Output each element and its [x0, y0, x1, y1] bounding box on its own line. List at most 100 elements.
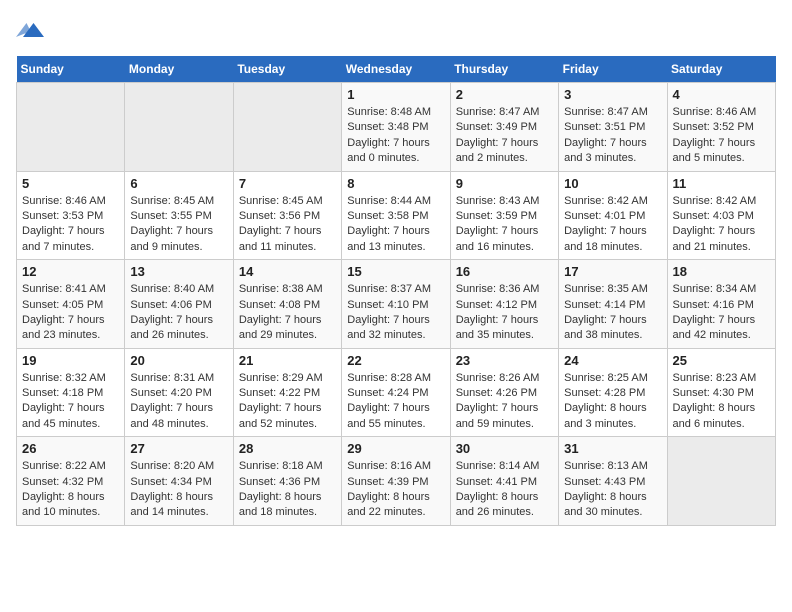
- calendar-day-cell: 25 Sunrise: 8:23 AMSunset: 4:30 PMDayligh…: [667, 348, 775, 437]
- calendar-day-cell: 1 Sunrise: 8:48 AMSunset: 3:48 PMDaylight…: [342, 83, 450, 172]
- calendar-day-cell: 6 Sunrise: 8:45 AMSunset: 3:55 PMDaylight…: [125, 171, 233, 260]
- day-number: 4: [673, 87, 770, 102]
- day-info: Sunrise: 8:42 AMSunset: 4:01 PMDaylight:…: [564, 194, 661, 256]
- calendar-day-cell: 11 Sunrise: 8:42 AMSunset: 4:03 PMDayligh…: [667, 171, 775, 260]
- day-info: Sunrise: 8:13 AMSunset: 4:43 PMDaylight:…: [564, 459, 661, 521]
- day-info: Sunrise: 8:22 AMSunset: 4:32 PMDaylight:…: [22, 459, 119, 521]
- weekday-header-row: SundayMondayTuesdayWednesdayThursdayFrid…: [17, 56, 776, 83]
- day-number: 10: [564, 176, 661, 191]
- day-number: 16: [456, 264, 553, 279]
- day-number: 14: [239, 264, 336, 279]
- calendar-day-cell: 9 Sunrise: 8:43 AMSunset: 3:59 PMDaylight…: [450, 171, 558, 260]
- day-info: Sunrise: 8:42 AMSunset: 4:03 PMDaylight:…: [673, 194, 770, 256]
- day-number: 9: [456, 176, 553, 191]
- day-info: Sunrise: 8:47 AMSunset: 3:49 PMDaylight:…: [456, 105, 553, 167]
- logo: [16, 16, 48, 44]
- day-number: 2: [456, 87, 553, 102]
- day-number: 6: [130, 176, 227, 191]
- day-info: Sunrise: 8:40 AMSunset: 4:06 PMDaylight:…: [130, 282, 227, 344]
- calendar-day-cell: 27 Sunrise: 8:20 AMSunset: 4:34 PMDayligh…: [125, 437, 233, 526]
- day-number: 18: [673, 264, 770, 279]
- day-info: Sunrise: 8:34 AMSunset: 4:16 PMDaylight:…: [673, 282, 770, 344]
- day-info: Sunrise: 8:16 AMSunset: 4:39 PMDaylight:…: [347, 459, 444, 521]
- calendar-week-row: 5 Sunrise: 8:46 AMSunset: 3:53 PMDaylight…: [17, 171, 776, 260]
- day-info: Sunrise: 8:47 AMSunset: 3:51 PMDaylight:…: [564, 105, 661, 167]
- day-number: 11: [673, 176, 770, 191]
- calendar-day-cell: [233, 83, 341, 172]
- calendar-day-cell: 7 Sunrise: 8:45 AMSunset: 3:56 PMDaylight…: [233, 171, 341, 260]
- weekday-header-sunday: Sunday: [17, 56, 125, 83]
- calendar-day-cell: 15Sunrise: 8:37 AMSunset: 4:10 PMDayligh…: [342, 260, 450, 349]
- calendar-day-cell: [125, 83, 233, 172]
- day-info: Sunrise: 8:26 AMSunset: 4:26 PMDaylight:…: [456, 371, 553, 433]
- day-info: Sunrise: 8:31 AMSunset: 4:20 PMDaylight:…: [130, 371, 227, 433]
- day-info: Sunrise: 8:23 AMSunset: 4:30 PMDaylight:…: [673, 371, 770, 433]
- calendar-day-cell: 16Sunrise: 8:36 AMSunset: 4:12 PMDayligh…: [450, 260, 558, 349]
- day-info: Sunrise: 8:45 AMSunset: 3:55 PMDaylight:…: [130, 194, 227, 256]
- day-info: Sunrise: 8:38 AMSunset: 4:08 PMDaylight:…: [239, 282, 336, 344]
- day-number: 1: [347, 87, 444, 102]
- calendar-day-cell: 4Sunrise: 8:46 AMSunset: 3:52 PMDaylight…: [667, 83, 775, 172]
- calendar-week-row: 19 Sunrise: 8:32 AMSunset: 4:18 PMDayligh…: [17, 348, 776, 437]
- calendar-body: 1 Sunrise: 8:48 AMSunset: 3:48 PMDaylight…: [17, 83, 776, 526]
- weekday-header-saturday: Saturday: [667, 56, 775, 83]
- day-info: Sunrise: 8:20 AMSunset: 4:34 PMDaylight:…: [130, 459, 227, 521]
- day-info: Sunrise: 8:29 AMSunset: 4:22 PMDaylight:…: [239, 371, 336, 433]
- calendar-day-cell: 17Sunrise: 8:35 AMSunset: 4:14 PMDayligh…: [559, 260, 667, 349]
- calendar-day-cell: 14 Sunrise: 8:38 AMSunset: 4:08 PMDayligh…: [233, 260, 341, 349]
- day-info: Sunrise: 8:48 AMSunset: 3:48 PMDaylight:…: [347, 105, 444, 167]
- day-number: 27: [130, 441, 227, 456]
- day-info: Sunrise: 8:46 AMSunset: 3:53 PMDaylight:…: [22, 194, 119, 256]
- logo-icon: [16, 16, 44, 44]
- day-number: 28: [239, 441, 336, 456]
- calendar-day-cell: 31 Sunrise: 8:13 AMSunset: 4:43 PMDayligh…: [559, 437, 667, 526]
- day-number: 15: [347, 264, 444, 279]
- day-number: 24: [564, 353, 661, 368]
- calendar-week-row: 1 Sunrise: 8:48 AMSunset: 3:48 PMDaylight…: [17, 83, 776, 172]
- day-info: Sunrise: 8:35 AMSunset: 4:14 PMDaylight:…: [564, 282, 661, 344]
- day-info: Sunrise: 8:41 AMSunset: 4:05 PMDaylight:…: [22, 282, 119, 344]
- day-number: 5: [22, 176, 119, 191]
- calendar-day-cell: [17, 83, 125, 172]
- day-number: 20: [130, 353, 227, 368]
- weekday-header-tuesday: Tuesday: [233, 56, 341, 83]
- calendar-day-cell: 29Sunrise: 8:16 AMSunset: 4:39 PMDayligh…: [342, 437, 450, 526]
- day-info: Sunrise: 8:28 AMSunset: 4:24 PMDaylight:…: [347, 371, 444, 433]
- weekday-header-monday: Monday: [125, 56, 233, 83]
- calendar-week-row: 12 Sunrise: 8:41 AMSunset: 4:05 PMDayligh…: [17, 260, 776, 349]
- calendar-day-cell: 8Sunrise: 8:44 AMSunset: 3:58 PMDaylight…: [342, 171, 450, 260]
- calendar-day-cell: 24 Sunrise: 8:25 AMSunset: 4:28 PMDayligh…: [559, 348, 667, 437]
- calendar-day-cell: 12 Sunrise: 8:41 AMSunset: 4:05 PMDayligh…: [17, 260, 125, 349]
- weekday-header-friday: Friday: [559, 56, 667, 83]
- day-number: 31: [564, 441, 661, 456]
- calendar-day-cell: 21Sunrise: 8:29 AMSunset: 4:22 PMDayligh…: [233, 348, 341, 437]
- weekday-header-wednesday: Wednesday: [342, 56, 450, 83]
- day-number: 7: [239, 176, 336, 191]
- calendar-day-cell: 18 Sunrise: 8:34 AMSunset: 4:16 PMDayligh…: [667, 260, 775, 349]
- day-info: Sunrise: 8:45 AMSunset: 3:56 PMDaylight:…: [239, 194, 336, 256]
- calendar-day-cell: 3Sunrise: 8:47 AMSunset: 3:51 PMDaylight…: [559, 83, 667, 172]
- day-number: 22: [347, 353, 444, 368]
- calendar-day-cell: 10 Sunrise: 8:42 AMSunset: 4:01 PMDayligh…: [559, 171, 667, 260]
- day-number: 25: [673, 353, 770, 368]
- day-info: Sunrise: 8:18 AMSunset: 4:36 PMDaylight:…: [239, 459, 336, 521]
- day-number: 23: [456, 353, 553, 368]
- calendar-day-cell: 5 Sunrise: 8:46 AMSunset: 3:53 PMDaylight…: [17, 171, 125, 260]
- day-number: 19: [22, 353, 119, 368]
- day-info: Sunrise: 8:25 AMSunset: 4:28 PMDaylight:…: [564, 371, 661, 433]
- day-info: Sunrise: 8:32 AMSunset: 4:18 PMDaylight:…: [22, 371, 119, 433]
- day-number: 13: [130, 264, 227, 279]
- calendar-day-cell: 20 Sunrise: 8:31 AMSunset: 4:20 PMDayligh…: [125, 348, 233, 437]
- day-number: 12: [22, 264, 119, 279]
- calendar-day-cell: 2 Sunrise: 8:47 AMSunset: 3:49 PMDaylight…: [450, 83, 558, 172]
- calendar-day-cell: 23 Sunrise: 8:26 AMSunset: 4:26 PMDayligh…: [450, 348, 558, 437]
- day-number: 30: [456, 441, 553, 456]
- calendar-table: SundayMondayTuesdayWednesdayThursdayFrid…: [16, 56, 776, 526]
- weekday-header-thursday: Thursday: [450, 56, 558, 83]
- calendar-day-cell: 30Sunrise: 8:14 AMSunset: 4:41 PMDayligh…: [450, 437, 558, 526]
- calendar-day-cell: 26Sunrise: 8:22 AMSunset: 4:32 PMDayligh…: [17, 437, 125, 526]
- calendar-week-row: 26Sunrise: 8:22 AMSunset: 4:32 PMDayligh…: [17, 437, 776, 526]
- day-info: Sunrise: 8:43 AMSunset: 3:59 PMDaylight:…: [456, 194, 553, 256]
- day-info: Sunrise: 8:44 AMSunset: 3:58 PMDaylight:…: [347, 194, 444, 256]
- calendar-day-cell: 13 Sunrise: 8:40 AMSunset: 4:06 PMDayligh…: [125, 260, 233, 349]
